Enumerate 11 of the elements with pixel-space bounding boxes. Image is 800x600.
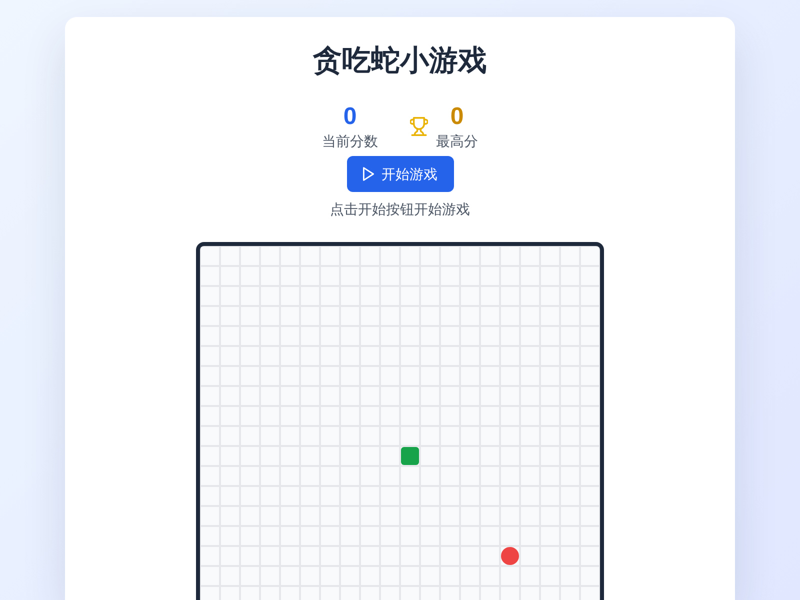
score-label: 当前分数 — [322, 132, 378, 151]
trophy-icon — [410, 117, 428, 136]
score-value: 0 — [343, 102, 357, 131]
snake-segment-icon — [401, 447, 419, 465]
score-label: 最高分 — [436, 132, 478, 151]
start-button[interactable]: 开始游戏 — [346, 156, 454, 192]
food-dot-icon — [501, 547, 519, 565]
play-icon — [362, 167, 374, 181]
hint-text: 点击开始按钮开始游戏 — [329, 200, 471, 219]
score-value: 0 — [450, 102, 464, 131]
game-title: 贪吃蛇小游戏 — [312, 44, 488, 79]
